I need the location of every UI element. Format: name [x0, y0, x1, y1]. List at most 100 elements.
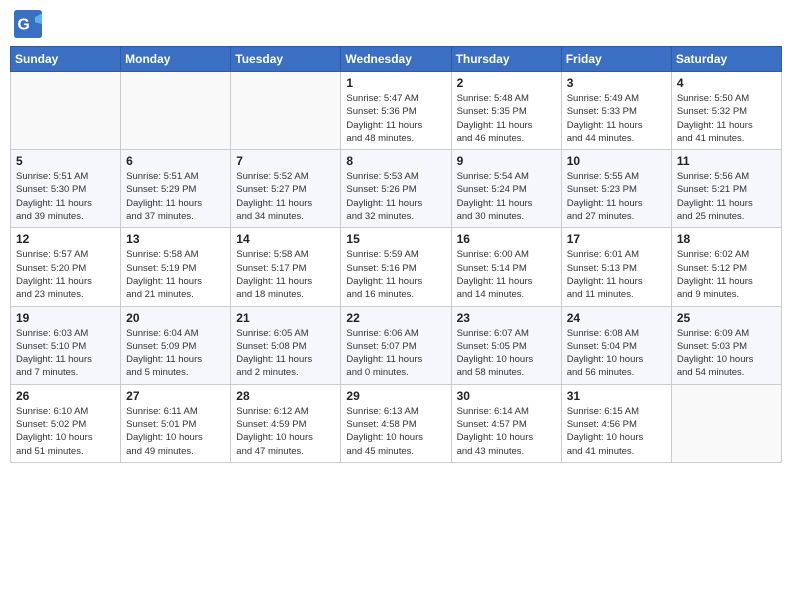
calendar-cell: 16 Sunrise: 6:00 AM Sunset: 5:14 PM Dayli…	[451, 228, 561, 306]
calendar-cell: 9 Sunrise: 5:54 AM Sunset: 5:24 PM Daylig…	[451, 150, 561, 228]
svg-text:G: G	[18, 16, 30, 33]
day-number: 7	[236, 154, 335, 168]
day-info: Sunrise: 6:06 AM Sunset: 5:07 PM Dayligh…	[346, 327, 445, 380]
calendar-cell: 2 Sunrise: 5:48 AM Sunset: 5:35 PM Daylig…	[451, 72, 561, 150]
day-info: Sunrise: 6:01 AM Sunset: 5:13 PM Dayligh…	[567, 248, 666, 301]
day-number: 9	[457, 154, 556, 168]
calendar-cell: 6Sunrise: 5:51 AM Sunset: 5:29 PM Daylig…	[121, 150, 231, 228]
day-info: Sunrise: 5:53 AM Sunset: 5:26 PM Dayligh…	[346, 170, 445, 223]
day-info: Sunrise: 5:54 AM Sunset: 5:24 PM Dayligh…	[457, 170, 556, 223]
day-number: 28	[236, 389, 335, 403]
day-info: Sunrise: 5:57 AM Sunset: 5:20 PM Dayligh…	[16, 248, 115, 301]
calendar-cell: 4 Sunrise: 5:50 AM Sunset: 5:32 PM Daylig…	[671, 72, 781, 150]
day-number: 6	[126, 154, 225, 168]
day-number: 12	[16, 232, 115, 246]
calendar-cell: 14 Sunrise: 5:58 AM Sunset: 5:17 PM Dayli…	[231, 228, 341, 306]
logo-icon: G	[14, 10, 42, 38]
day-info: Sunrise: 6:08 AM Sunset: 5:04 PM Dayligh…	[567, 327, 666, 380]
calendar-week-2: 5 Sunrise: 5:51 AM Sunset: 5:30 PM Daylig…	[11, 150, 782, 228]
calendar-cell: 15Sunrise: 5:59 AM Sunset: 5:16 PM Dayli…	[341, 228, 451, 306]
calendar-cell: 19 Sunrise: 6:03 AM Sunset: 5:10 PM Dayli…	[11, 306, 121, 384]
day-number: 22	[346, 311, 445, 325]
calendar-cell	[121, 72, 231, 150]
day-info: Sunrise: 6:10 AM Sunset: 5:02 PM Dayligh…	[16, 405, 115, 458]
calendar-cell: 7 Sunrise: 5:52 AM Sunset: 5:27 PM Daylig…	[231, 150, 341, 228]
calendar: SundayMondayTuesdayWednesdayThursdayFrid…	[10, 46, 782, 463]
day-number: 5	[16, 154, 115, 168]
day-info: Sunrise: 5:49 AM Sunset: 5:33 PM Dayligh…	[567, 92, 666, 145]
day-number: 19	[16, 311, 115, 325]
calendar-cell: 18Sunrise: 6:02 AM Sunset: 5:12 PM Dayli…	[671, 228, 781, 306]
weekday-header-monday: Monday	[121, 47, 231, 72]
calendar-cell	[231, 72, 341, 150]
calendar-cell: 11 Sunrise: 5:56 AM Sunset: 5:21 PM Dayli…	[671, 150, 781, 228]
calendar-cell: 10 Sunrise: 5:55 AM Sunset: 5:23 PM Dayli…	[561, 150, 671, 228]
day-info: Sunrise: 6:14 AM Sunset: 4:57 PM Dayligh…	[457, 405, 556, 458]
day-info: Sunrise: 6:15 AM Sunset: 4:56 PM Dayligh…	[567, 405, 666, 458]
day-number: 30	[457, 389, 556, 403]
day-info: Sunrise: 5:55 AM Sunset: 5:23 PM Dayligh…	[567, 170, 666, 223]
calendar-cell: 20 Sunrise: 6:04 AM Sunset: 5:09 PM Dayli…	[121, 306, 231, 384]
calendar-cell: 1 Sunrise: 5:47 AM Sunset: 5:36 PM Daylig…	[341, 72, 451, 150]
day-number: 16	[457, 232, 556, 246]
calendar-cell: 30 Sunrise: 6:14 AM Sunset: 4:57 PM Dayli…	[451, 384, 561, 462]
day-info: Sunrise: 6:04 AM Sunset: 5:09 PM Dayligh…	[126, 327, 225, 380]
day-number: 8	[346, 154, 445, 168]
day-info: Sunrise: 6:11 AM Sunset: 5:01 PM Dayligh…	[126, 405, 225, 458]
day-info: Sunrise: 5:51 AM Sunset: 5:30 PM Dayligh…	[16, 170, 115, 223]
day-number: 14	[236, 232, 335, 246]
day-info: Sunrise: 5:58 AM Sunset: 5:17 PM Dayligh…	[236, 248, 335, 301]
day-info: Sunrise: 6:02 AM Sunset: 5:12 PM Dayligh…	[677, 248, 776, 301]
calendar-cell: 8 Sunrise: 5:53 AM Sunset: 5:26 PM Daylig…	[341, 150, 451, 228]
calendar-week-3: 12 Sunrise: 5:57 AM Sunset: 5:20 PM Dayli…	[11, 228, 782, 306]
logo: G	[14, 10, 44, 38]
day-info: Sunrise: 5:48 AM Sunset: 5:35 PM Dayligh…	[457, 92, 556, 145]
day-info: Sunrise: 6:00 AM Sunset: 5:14 PM Dayligh…	[457, 248, 556, 301]
calendar-cell: 3 Sunrise: 5:49 AM Sunset: 5:33 PM Daylig…	[561, 72, 671, 150]
calendar-week-5: 26 Sunrise: 6:10 AM Sunset: 5:02 PM Dayli…	[11, 384, 782, 462]
calendar-cell: 23Sunrise: 6:07 AM Sunset: 5:05 PM Dayli…	[451, 306, 561, 384]
calendar-cell: 26 Sunrise: 6:10 AM Sunset: 5:02 PM Dayli…	[11, 384, 121, 462]
calendar-cell: 12 Sunrise: 5:57 AM Sunset: 5:20 PM Dayli…	[11, 228, 121, 306]
day-info: Sunrise: 5:59 AM Sunset: 5:16 PM Dayligh…	[346, 248, 445, 301]
day-info: Sunrise: 5:50 AM Sunset: 5:32 PM Dayligh…	[677, 92, 776, 145]
day-number: 25	[677, 311, 776, 325]
calendar-cell: 28 Sunrise: 6:12 AM Sunset: 4:59 PM Dayli…	[231, 384, 341, 462]
calendar-cell: 17 Sunrise: 6:01 AM Sunset: 5:13 PM Dayli…	[561, 228, 671, 306]
calendar-cell: 13 Sunrise: 5:58 AM Sunset: 5:19 PM Dayli…	[121, 228, 231, 306]
day-number: 4	[677, 76, 776, 90]
weekday-header-thursday: Thursday	[451, 47, 561, 72]
calendar-week-4: 19 Sunrise: 6:03 AM Sunset: 5:10 PM Dayli…	[11, 306, 782, 384]
weekday-header-row: SundayMondayTuesdayWednesdayThursdayFrid…	[11, 47, 782, 72]
weekday-header-tuesday: Tuesday	[231, 47, 341, 72]
day-info: Sunrise: 6:03 AM Sunset: 5:10 PM Dayligh…	[16, 327, 115, 380]
calendar-cell: 29Sunrise: 6:13 AM Sunset: 4:58 PM Dayli…	[341, 384, 451, 462]
day-info: Sunrise: 5:52 AM Sunset: 5:27 PM Dayligh…	[236, 170, 335, 223]
day-info: Sunrise: 6:12 AM Sunset: 4:59 PM Dayligh…	[236, 405, 335, 458]
day-info: Sunrise: 5:47 AM Sunset: 5:36 PM Dayligh…	[346, 92, 445, 145]
day-number: 2	[457, 76, 556, 90]
day-number: 13	[126, 232, 225, 246]
day-number: 31	[567, 389, 666, 403]
page-header: G	[10, 10, 782, 38]
day-number: 17	[567, 232, 666, 246]
day-info: Sunrise: 6:07 AM Sunset: 5:05 PM Dayligh…	[457, 327, 556, 380]
calendar-cell: 22 Sunrise: 6:06 AM Sunset: 5:07 PM Dayli…	[341, 306, 451, 384]
day-number: 21	[236, 311, 335, 325]
calendar-cell: 5 Sunrise: 5:51 AM Sunset: 5:30 PM Daylig…	[11, 150, 121, 228]
day-info: Sunrise: 6:13 AM Sunset: 4:58 PM Dayligh…	[346, 405, 445, 458]
weekday-header-friday: Friday	[561, 47, 671, 72]
day-number: 11	[677, 154, 776, 168]
day-info: Sunrise: 5:58 AM Sunset: 5:19 PM Dayligh…	[126, 248, 225, 301]
day-number: 20	[126, 311, 225, 325]
calendar-cell: 25Sunrise: 6:09 AM Sunset: 5:03 PM Dayli…	[671, 306, 781, 384]
day-number: 26	[16, 389, 115, 403]
day-number: 1	[346, 76, 445, 90]
calendar-cell	[11, 72, 121, 150]
weekday-header-saturday: Saturday	[671, 47, 781, 72]
day-info: Sunrise: 5:56 AM Sunset: 5:21 PM Dayligh…	[677, 170, 776, 223]
weekday-header-sunday: Sunday	[11, 47, 121, 72]
day-number: 3	[567, 76, 666, 90]
day-info: Sunrise: 6:05 AM Sunset: 5:08 PM Dayligh…	[236, 327, 335, 380]
day-number: 10	[567, 154, 666, 168]
